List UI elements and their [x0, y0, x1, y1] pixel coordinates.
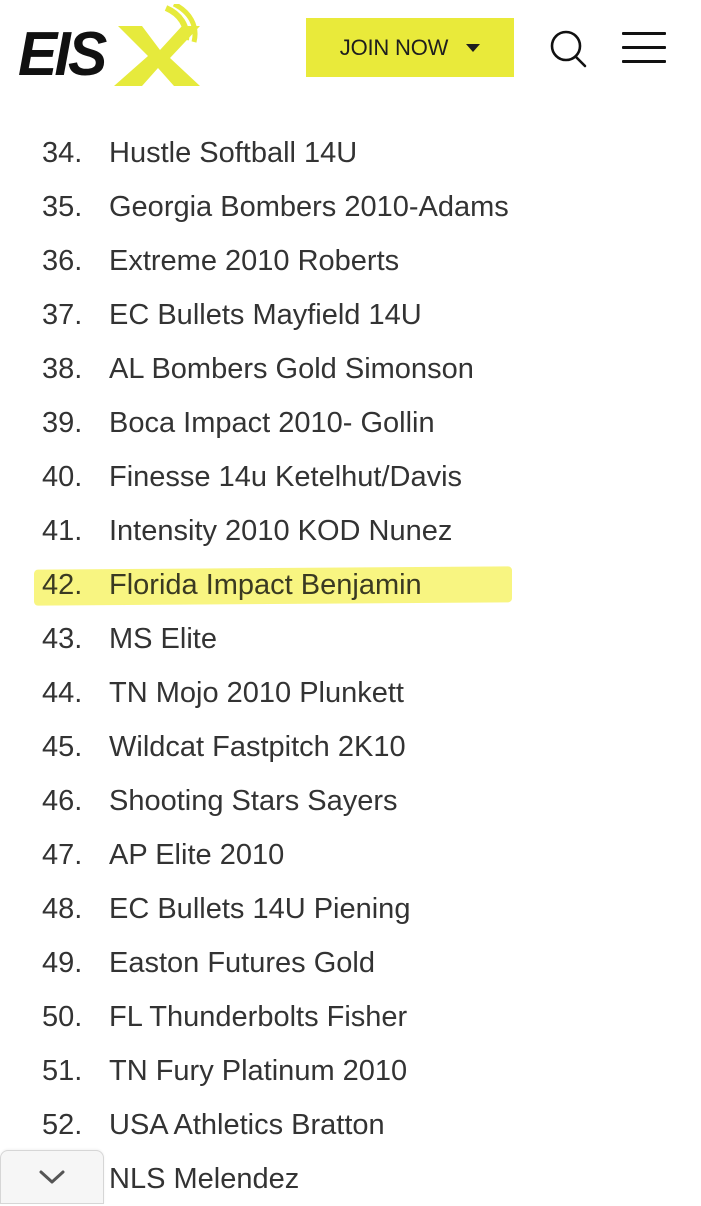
search-button[interactable] [547, 28, 589, 70]
rank-number: 34. [42, 136, 83, 169]
team-name: TN Mojo 2010 Plunkett [109, 676, 404, 709]
list-item: 49. Easton Futures Gold [0, 936, 701, 990]
rank-number: 42. [42, 568, 83, 601]
collapse-toolbar-button[interactable] [0, 1150, 104, 1204]
hamburger-menu-icon-line-bottom [622, 60, 666, 63]
list-item: 52. USA Athletics Bratton [0, 1098, 701, 1152]
team-name: Shooting Stars Sayers [109, 784, 398, 817]
rank-number: 50. [42, 1000, 83, 1033]
highlighted-list-item: 42. Florida Impact Benjamin [0, 558, 701, 612]
join-now-button[interactable]: JOIN NOW [306, 18, 514, 77]
rank-number: 47. [42, 838, 83, 871]
team-name: USA Athletics Bratton [109, 1108, 385, 1141]
rank-number: 35. [42, 190, 83, 223]
list-item: 47. AP Elite 2010 [0, 828, 701, 882]
team-name: EC Bullets Mayfield 14U [109, 298, 422, 331]
hamburger-menu-icon-line-middle [622, 46, 666, 49]
list-item: 41. Intensity 2010 KOD Nunez [0, 504, 701, 558]
list-item: 51. TN Fury Platinum 2010 [0, 1044, 701, 1098]
list-item: 40. Finesse 14u Ketelhut/Davis [0, 450, 701, 504]
rank-number: 38. [42, 352, 83, 385]
rank-number: 37. [42, 298, 83, 331]
rank-number: 41. [42, 514, 83, 547]
team-name: Florida Impact Benjamin [109, 568, 422, 601]
team-name: Hustle Softball 14U [109, 136, 358, 169]
team-name: Extreme 2010 Roberts [109, 244, 400, 277]
list-item: 36. Extreme 2010 Roberts [0, 234, 701, 288]
team-name: Wildcat Fastpitch 2K10 [109, 730, 406, 763]
rank-number: 36. [42, 244, 83, 277]
list-item: 50. FL Thunderbolts Fisher [0, 990, 701, 1044]
list-item: 34. Hustle Softball 14U [0, 126, 701, 180]
list-item: 38. AL Bombers Gold Simonson [0, 342, 701, 396]
team-name: MS Elite [109, 622, 217, 655]
search-icon [550, 30, 587, 68]
team-name: Georgia Bombers 2010-Adams [109, 190, 509, 223]
list-item: 53.NLS Melendez [0, 1152, 701, 1206]
rank-number: 52. [42, 1108, 83, 1141]
rank-number: 48. [42, 892, 83, 925]
list-item: 46. Shooting Stars Sayers [0, 774, 701, 828]
team-name: AP Elite 2010 [109, 838, 285, 871]
logo-x-mark-icon [114, 4, 200, 86]
rank-number: 44. [42, 676, 83, 709]
team-name: Intensity 2010 KOD Nunez [109, 514, 453, 547]
team-name: FL Thunderbolts Fisher [109, 1000, 408, 1033]
site-header: EIS JOIN NOW [0, 0, 701, 110]
rank-number: 49. [42, 946, 83, 979]
team-name: EC Bullets 14U Piening [109, 892, 411, 925]
list-item: 35. Georgia Bombers 2010-Adams [0, 180, 701, 234]
eisx-logo[interactable]: EIS [16, 4, 216, 86]
hamburger-menu-icon-line-top [622, 32, 666, 35]
team-name: Easton Futures Gold [109, 946, 375, 979]
team-name: AL Bombers Gold Simonson [109, 352, 474, 385]
list-item: 45. Wildcat Fastpitch 2K10 [0, 720, 701, 774]
rankings-list: 34. Hustle Softball 14U 35. Georgia Bomber… [0, 126, 701, 1206]
rank-number: 45. [42, 730, 83, 763]
rank-number: 40. [42, 460, 83, 493]
rank-number: 39. [42, 406, 83, 439]
chevron-down-icon [39, 1170, 65, 1184]
list-item: 37. EC Bullets Mayfield 14U [0, 288, 701, 342]
menu-button[interactable] [620, 28, 668, 68]
rank-number: 51. [42, 1054, 83, 1087]
list-item: 48. EC Bullets 14U Piening [0, 882, 701, 936]
team-name: Finesse 14u Ketelhut/Davis [109, 460, 463, 493]
team-name: NLS Melendez [109, 1162, 300, 1195]
join-now-label: JOIN NOW [339, 34, 449, 60]
team-name: Boca Impact 2010- Gollin [109, 406, 435, 439]
list-item: 44. TN Mojo 2010 Plunkett [0, 666, 701, 720]
caret-down-icon [466, 43, 481, 52]
team-name: TN Fury Platinum 2010 [109, 1054, 408, 1087]
logo-wordmark: EIS [18, 20, 107, 89]
list-item: 39. Boca Impact 2010- Gollin [0, 396, 701, 450]
list-item: 43. MS Elite [0, 612, 701, 666]
rank-number: 43. [42, 622, 83, 655]
rank-number: 46. [42, 784, 83, 817]
